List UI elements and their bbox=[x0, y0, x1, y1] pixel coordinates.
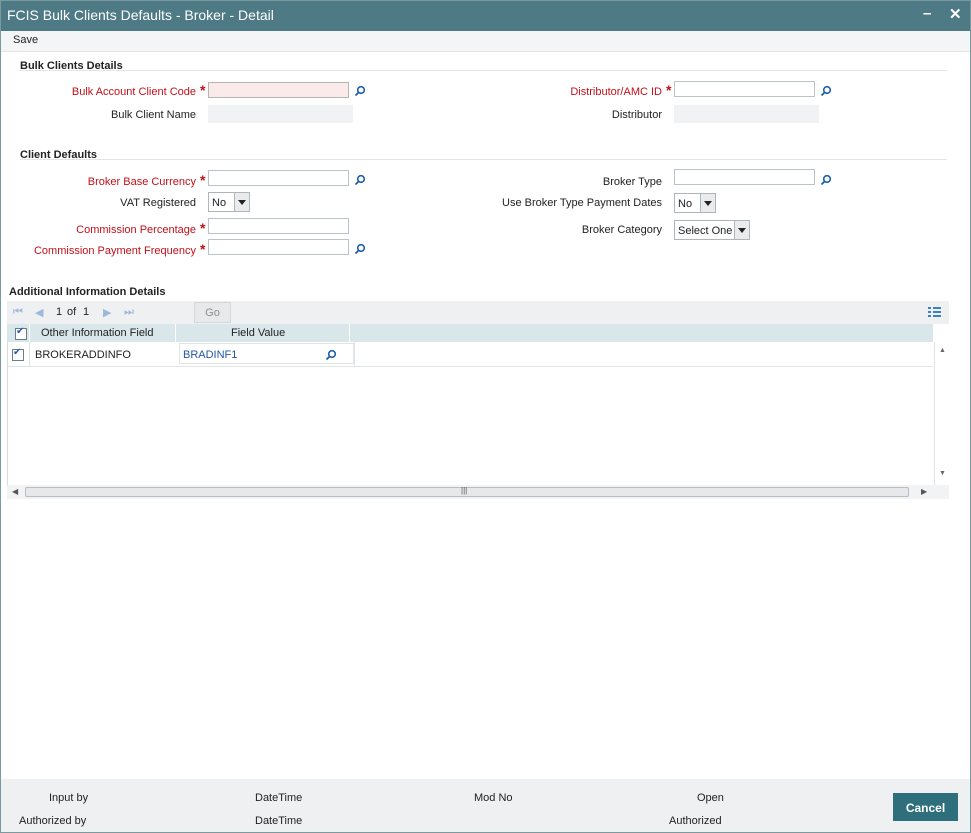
last-page-icon[interactable]: ⏭ bbox=[124, 306, 134, 319]
authorized-by-label: Authorized by bbox=[19, 815, 87, 827]
search-icon[interactable] bbox=[354, 85, 366, 97]
column-divider bbox=[349, 324, 350, 342]
use-broker-type-payment-dates-select[interactable]: No bbox=[674, 193, 716, 213]
detail-window: FCIS Bulk Clients Defaults - Broker - De… bbox=[0, 0, 971, 833]
authorized-status-label: Authorized bbox=[669, 815, 722, 827]
broker-base-currency-label: Broker Base Currency bbox=[87, 176, 196, 188]
column-divider bbox=[175, 324, 176, 342]
commission-payment-frequency-input[interactable] bbox=[208, 239, 349, 255]
grid-pager: ⏮ ◀ 1 of 1 ▶ ⏭ Go bbox=[7, 301, 949, 324]
page-total: 1 bbox=[83, 306, 90, 318]
broker-category-label: Broker Category bbox=[581, 224, 662, 236]
search-icon[interactable] bbox=[325, 349, 337, 361]
scroll-left-icon[interactable]: ◀ bbox=[12, 487, 18, 496]
commission-percentage-input[interactable] bbox=[208, 218, 349, 234]
page-current: 1 bbox=[56, 306, 63, 318]
other-info-field-cell: BROKERADDINFO bbox=[35, 349, 131, 361]
datetime-label: DateTime bbox=[255, 792, 303, 804]
page-of-label: of bbox=[67, 306, 77, 318]
horizontal-scrollbar[interactable]: ◀ ||| ▶ bbox=[7, 485, 949, 499]
vertical-scrollbar[interactable]: ▲ ▼ bbox=[934, 342, 950, 485]
vat-registered-select[interactable]: No bbox=[208, 192, 250, 212]
search-icon[interactable] bbox=[354, 174, 366, 186]
broker-type-label: Broker Type bbox=[602, 176, 662, 188]
row-checkbox[interactable] bbox=[12, 347, 24, 361]
column-header-field-value: Field Value bbox=[231, 327, 286, 339]
distributor-amc-id-input[interactable] bbox=[674, 81, 815, 97]
column-header-other-info-field: Other Information Field bbox=[41, 327, 154, 339]
scroll-down-icon[interactable]: ▼ bbox=[939, 470, 946, 477]
column-settings-icon[interactable] bbox=[928, 306, 941, 318]
grid-header: Other Information Field Field Value bbox=[7, 324, 933, 342]
column-divider bbox=[354, 342, 355, 366]
broker-category-select[interactable]: Select One bbox=[674, 220, 750, 240]
required-marker: * bbox=[200, 172, 206, 188]
section-divider bbox=[20, 70, 947, 71]
previous-page-icon[interactable]: ◀ bbox=[35, 306, 43, 319]
save-button[interactable]: Save bbox=[13, 34, 38, 46]
distributor-amc-id-label: Distributor/AMC ID bbox=[570, 86, 662, 98]
search-icon[interactable] bbox=[354, 243, 366, 255]
distributor-label: Distributor bbox=[611, 109, 662, 121]
use-broker-type-payment-dates-value: No bbox=[678, 198, 693, 210]
broker-category-value: Select One bbox=[678, 225, 733, 237]
table-row[interactable]: BROKERADDINFO BRADINF1 bbox=[8, 342, 933, 367]
bulk-client-name-label: Bulk Client Name bbox=[111, 109, 196, 121]
broker-type-input[interactable] bbox=[674, 169, 815, 185]
window-title: FCIS Bulk Clients Defaults - Broker - De… bbox=[7, 7, 274, 23]
broker-base-currency-input[interactable] bbox=[208, 170, 349, 186]
commission-percentage-label: Commission Percentage bbox=[76, 224, 196, 236]
input-by-label: Input by bbox=[49, 792, 89, 804]
scroll-up-icon[interactable]: ▲ bbox=[939, 347, 946, 354]
additional-info-grid: ⏮ ◀ 1 of 1 ▶ ⏭ Go Other Information Fiel… bbox=[7, 301, 950, 499]
search-icon[interactable] bbox=[820, 174, 832, 186]
additional-info-section-title: Additional Information Details bbox=[9, 286, 166, 298]
grip-icon: ||| bbox=[461, 486, 468, 495]
select-all-checkbox[interactable] bbox=[15, 326, 27, 340]
vat-registered-label: VAT Registered bbox=[120, 197, 196, 209]
required-marker: * bbox=[200, 241, 206, 257]
distributor-field bbox=[674, 105, 819, 123]
datetime-label: DateTime bbox=[255, 815, 303, 827]
use-broker-type-payment-dates-label: Use Broker Type Payment Dates bbox=[502, 197, 662, 209]
close-icon[interactable]: ✕ bbox=[949, 5, 962, 23]
field-value-cell: BRADINF1 bbox=[183, 349, 238, 361]
bulk-client-name-field bbox=[208, 105, 353, 123]
first-page-icon[interactable]: ⏮ bbox=[13, 306, 23, 319]
required-marker: * bbox=[666, 82, 672, 98]
column-divider bbox=[29, 324, 30, 342]
scrollbar-thumb[interactable]: ||| bbox=[25, 486, 909, 497]
grid-body: BROKERADDINFO BRADINF1 bbox=[7, 342, 934, 485]
search-icon[interactable] bbox=[820, 85, 832, 97]
commission-payment-frequency-label: Commission Payment Frequency bbox=[33, 245, 196, 257]
chevron-down-icon[interactable] bbox=[734, 221, 749, 239]
column-divider bbox=[29, 342, 30, 366]
go-button[interactable]: Go bbox=[194, 302, 231, 323]
chevron-down-icon[interactable] bbox=[700, 194, 715, 212]
vat-registered-value: No bbox=[212, 197, 227, 209]
scroll-right-icon[interactable]: ▶ bbox=[921, 487, 927, 496]
required-marker: * bbox=[200, 220, 206, 236]
minimize-icon[interactable]: – bbox=[923, 5, 931, 22]
required-marker: * bbox=[200, 82, 206, 98]
bulk-account-client-code-label: Bulk Account Client Code bbox=[71, 86, 196, 98]
title-bar: FCIS Bulk Clients Defaults - Broker - De… bbox=[1, 1, 970, 31]
toolbar: Save bbox=[1, 31, 970, 52]
cancel-button[interactable]: Cancel bbox=[893, 793, 958, 821]
open-status-label: Open bbox=[697, 792, 724, 804]
section-divider bbox=[20, 159, 947, 160]
next-page-icon[interactable]: ▶ bbox=[103, 306, 111, 319]
audit-footer: Input by DateTime Mod No Open Authorized… bbox=[1, 779, 970, 832]
bulk-account-client-code-input[interactable] bbox=[208, 82, 349, 98]
chevron-down-icon[interactable] bbox=[234, 193, 249, 211]
mod-no-label: Mod No bbox=[474, 792, 513, 804]
